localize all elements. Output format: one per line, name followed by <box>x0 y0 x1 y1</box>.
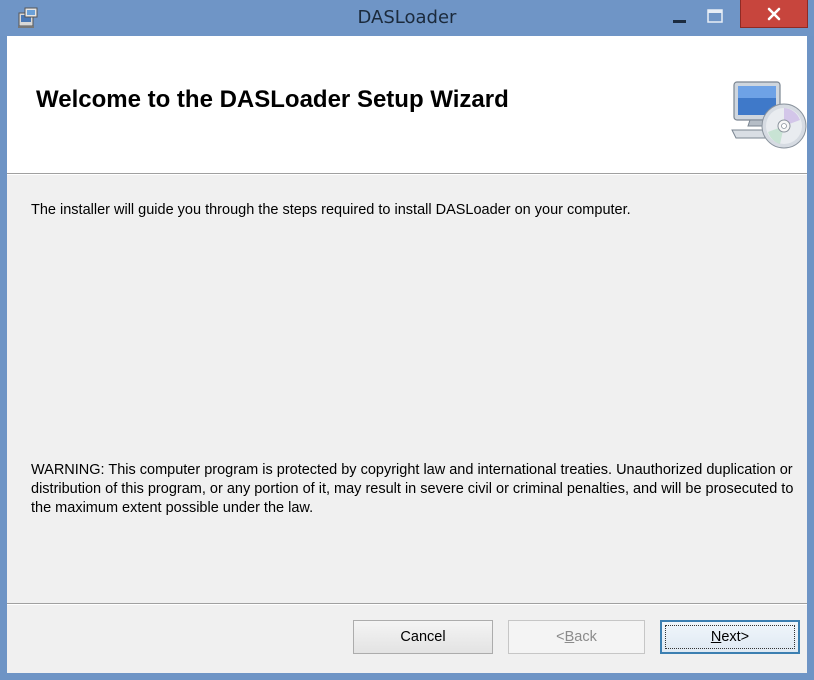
maximize-button[interactable] <box>700 2 730 32</box>
minimize-button[interactable] <box>664 2 694 32</box>
wizard-client-area: Welcome to the DASLoader Setup Wizard Th… <box>7 36 807 673</box>
footer-divider-highlight <box>7 604 807 605</box>
back-button[interactable]: < Back <box>508 620 645 654</box>
page-title: Welcome to the DASLoader Setup Wizard <box>36 86 509 113</box>
close-icon <box>767 7 781 20</box>
maximize-icon <box>707 9 723 23</box>
minimize-icon <box>673 20 686 23</box>
computer-cd-icon <box>731 81 807 149</box>
intro-text: The installer will guide you through the… <box>31 202 631 218</box>
cancel-button[interactable]: Cancel <box>353 620 493 654</box>
installer-window: DASLoader Welcome to the DASLoader Setup… <box>0 0 814 680</box>
focus-rectangle <box>665 625 795 649</box>
close-button[interactable] <box>740 0 808 28</box>
title-bar[interactable]: DASLoader <box>0 0 814 36</box>
next-button[interactable]: Next > <box>660 620 800 654</box>
header-separator <box>7 174 807 175</box>
back-prefix: < <box>556 629 565 645</box>
copyright-warning: WARNING: This computer program is protec… <box>31 462 794 516</box>
back-mnemonic: B <box>564 629 575 645</box>
back-label-rest: ack <box>574 629 597 645</box>
wizard-header: Welcome to the DASLoader Setup Wizard <box>7 36 807 174</box>
